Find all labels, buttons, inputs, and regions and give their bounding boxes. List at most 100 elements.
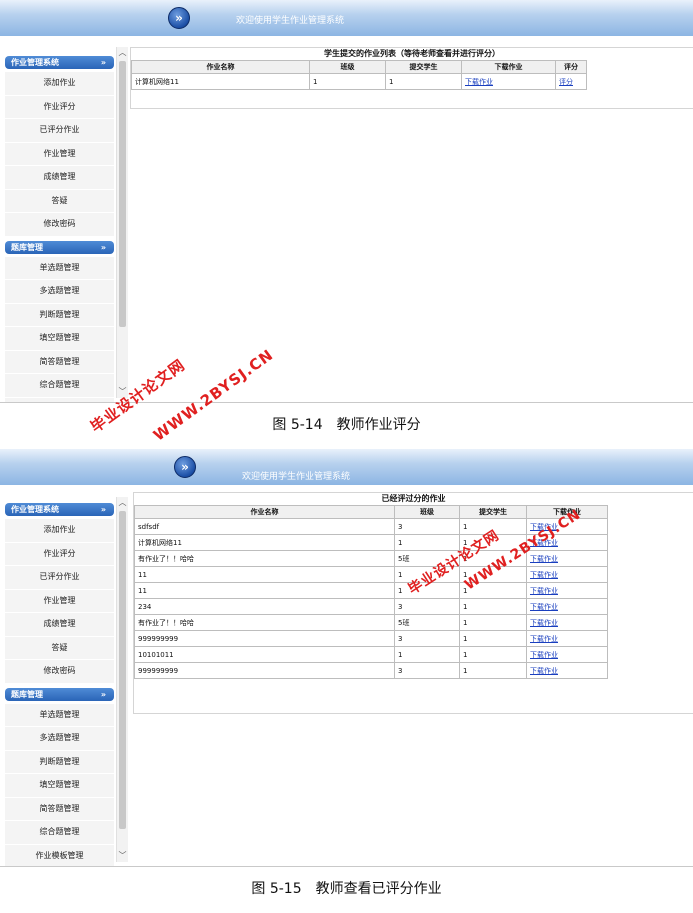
banner-title: 欢迎使用学生作业管理系统 — [236, 16, 345, 26]
download-homework-link[interactable]: 下载作业 — [530, 555, 558, 563]
grade-link[interactable]: 评分 — [559, 78, 573, 86]
nav-item[interactable]: 答疑 — [5, 636, 114, 660]
cell-homework-name: 11 — [134, 566, 395, 583]
chevron-down-icon[interactable]: » — [101, 688, 106, 701]
nav-item[interactable]: 成绩管理 — [5, 166, 114, 190]
download-homework-link[interactable]: 下载作业 — [530, 603, 558, 611]
scroll-down-icon[interactable]: ﹀ — [117, 851, 128, 861]
nav-section-label: 题库管理 — [11, 689, 43, 699]
nav-item[interactable]: 答疑 — [5, 189, 114, 213]
cell-download: 下载作业 — [526, 582, 608, 599]
sidebar-scrollbar[interactable]: ︿ ﹀ — [116, 497, 128, 862]
cell-student: 1 — [459, 550, 527, 567]
nav-section-question-bank[interactable]: 题库管理 » — [5, 240, 114, 254]
column-header: 提交学生 — [459, 505, 527, 519]
cell-homework-name: 999999999 — [134, 662, 395, 679]
scroll-thumb[interactable] — [119, 511, 126, 829]
nav-item[interactable]: 单选题管理 — [5, 703, 114, 727]
download-homework-link[interactable]: 下载作业 — [530, 635, 558, 643]
download-homework-link[interactable]: 下载作业 — [530, 523, 558, 531]
table-row: 有作业了！！哈哈 5班 1 下载作业 — [134, 614, 608, 631]
cell-student: 1 — [459, 630, 527, 647]
nav-item[interactable]: 作业管理 — [5, 589, 114, 613]
nav-item[interactable]: 简答题管理 — [5, 350, 114, 374]
nav-item[interactable]: 添加作业 — [5, 519, 114, 543]
nav-item[interactable]: 判断题管理 — [5, 750, 114, 774]
table-row: 计算机网络11 1 1 下载作业 评分 — [131, 73, 587, 90]
nav-item[interactable]: 多选题管理 — [5, 280, 114, 304]
nav-item[interactable]: 综合题管理 — [5, 374, 114, 398]
nav-item[interactable]: 作业评分 — [5, 542, 114, 566]
download-homework-link[interactable]: 下载作业 — [530, 539, 558, 547]
table-header-row: 作业名称 班级 提交学生 下载作业 — [134, 505, 608, 519]
cell-homework-name: 11 — [134, 582, 395, 599]
sidebar: 作业管理系统 » 添加作业 作业评分 已评分作业 作业管理 成绩管理 答疑 修改密码 题库管… — [5, 499, 114, 866]
nav-section-label: 作业管理系统 — [11, 505, 59, 514]
nav-item[interactable]: 作业管理 — [5, 142, 114, 166]
nav-item[interactable]: 成绩管理 — [5, 613, 114, 637]
scroll-down-icon[interactable]: ﹀ — [117, 387, 128, 397]
download-homework-link[interactable]: 下载作业 — [530, 587, 558, 595]
nav-list-homework: 添加作业 作业评分 已评分作业 作业管理 成绩管理 答疑 修改密码 — [5, 519, 114, 684]
cell-student: 1 — [459, 518, 527, 535]
nav-item[interactable]: 修改密码 — [5, 213, 114, 237]
cell-download: 下载作业 — [526, 646, 608, 663]
sidebar-scrollbar[interactable]: ︿ ﹀ — [116, 47, 128, 398]
column-header: 班级 — [394, 505, 460, 519]
cell-homework-name: sdfsdf — [134, 518, 395, 535]
scroll-thumb[interactable] — [119, 61, 126, 327]
cell-class: 3 — [394, 662, 460, 679]
cell-student: 1 — [459, 662, 527, 679]
nav-item[interactable]: 已评分作业 — [5, 119, 114, 143]
nav-section-homework[interactable]: 作业管理系统 » — [5, 503, 114, 516]
column-header: 作业名称 — [131, 60, 310, 74]
table-title: 学生提交的作业列表（等待老师查看并进行评分） — [324, 49, 500, 58]
cell-class: 5班 — [394, 550, 460, 567]
chevron-down-icon[interactable]: » — [101, 241, 106, 254]
nav-item[interactable]: 已评分作业 — [5, 566, 114, 590]
double-chevron-icon[interactable]: » — [174, 456, 196, 478]
figure-caption-5-15: 图 5-15 教师查看已评分作业 — [251, 881, 442, 897]
cell-student: 1 — [459, 534, 527, 551]
nav-item[interactable]: 作业模板管理 — [5, 844, 114, 866]
nav-section-homework[interactable]: 作业管理系统 » — [5, 56, 114, 69]
banner-title: 欢迎使用学生作业管理系统 — [242, 472, 351, 482]
screenshot-graded-homework: » 欢迎使用学生作业管理系统 作业管理系统 » 添加作业 作业评分 已评分作业 作业管… — [0, 449, 693, 867]
cell-class: 1 — [309, 73, 386, 90]
download-homework-link[interactable]: 下载作业 — [530, 651, 558, 659]
scroll-up-icon[interactable]: ︿ — [117, 498, 128, 508]
nav-item[interactable]: 填空题管理 — [5, 774, 114, 798]
double-chevron-icon[interactable]: » — [168, 7, 190, 29]
nav-section-label: 题库管理 — [11, 242, 43, 252]
download-homework-link[interactable]: 下载作业 — [530, 619, 558, 627]
nav-item[interactable]: 单选题管理 — [5, 256, 114, 280]
download-homework-link[interactable]: 下载作业 — [530, 667, 558, 675]
nav-item[interactable]: 作业模板管理 — [5, 397, 114, 402]
main-content: 学生提交的作业列表（等待老师查看并进行评分） 作业名称 班级 提交学生 下载作业 评分 … — [130, 47, 693, 109]
cell-homework-name: 999999999 — [134, 630, 395, 647]
nav-item[interactable]: 多选题管理 — [5, 727, 114, 751]
table-row: 11 1 1 下载作业 — [134, 582, 608, 599]
table-row: 11 1 1 下载作业 — [134, 566, 608, 583]
chevron-down-icon[interactable]: » — [101, 56, 106, 69]
cell-download: 下载作业 — [526, 550, 608, 567]
nav-item[interactable]: 综合题管理 — [5, 821, 114, 845]
scroll-up-icon[interactable]: ︿ — [117, 48, 128, 58]
nav-item[interactable]: 简答题管理 — [5, 797, 114, 821]
chevron-down-icon[interactable]: » — [101, 503, 106, 516]
graded-homework-table: 作业名称 班级 提交学生 下载作业 sdfsdf 3 1 下载作业 计算机网络11 1 1 下载作业… — [134, 505, 608, 679]
nav-section-question-bank[interactable]: 题库管理 » — [5, 687, 114, 701]
nav-item[interactable]: 填空题管理 — [5, 327, 114, 351]
download-homework-link[interactable]: 下载作业 — [465, 78, 493, 86]
nav-item[interactable]: 判断题管理 — [5, 303, 114, 327]
nav-item[interactable]: 添加作业 — [5, 72, 114, 96]
cell-student: 1 — [459, 614, 527, 631]
table-row: 234 3 1 下载作业 — [134, 598, 608, 615]
column-header: 作业名称 — [134, 505, 395, 519]
nav-item[interactable]: 修改密码 — [5, 660, 114, 684]
nav-item[interactable]: 作业评分 — [5, 95, 114, 119]
pending-homework-table: 作业名称 班级 提交学生 下载作业 评分 计算机网络11 1 1 下载作业 评分 — [131, 60, 587, 90]
cell-grade: 评分 — [555, 73, 587, 90]
download-homework-link[interactable]: 下载作业 — [530, 571, 558, 579]
table-row: 10101011 1 1 下载作业 — [134, 646, 608, 663]
